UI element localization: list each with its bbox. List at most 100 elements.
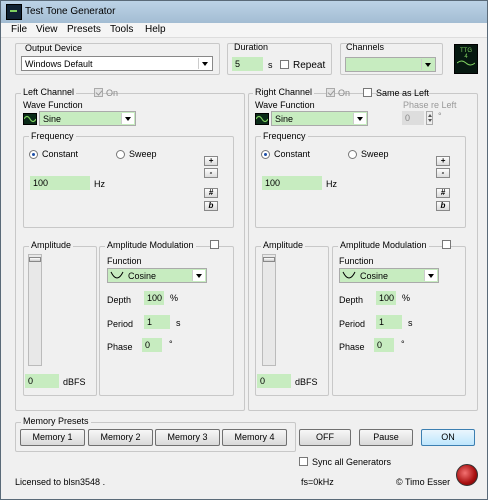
- memory-3-button[interactable]: Memory 3: [155, 429, 220, 446]
- left-frequency-label: Frequency: [29, 131, 76, 141]
- right-freq-sharp-button[interactable]: #: [436, 188, 450, 198]
- right-freq-minus-button[interactable]: -: [436, 168, 450, 178]
- right-freq-flat-button[interactable]: b: [436, 201, 450, 211]
- right-depth-label: Depth: [339, 295, 364, 305]
- phase-re-left-input[interactable]: 0: [402, 111, 424, 125]
- sync-generators-checkbox[interactable]: [299, 457, 308, 466]
- repeat-checkbox[interactable]: [280, 60, 289, 69]
- window-title: Test Tone Generator: [25, 6, 116, 17]
- duration-input[interactable]: 5: [232, 57, 263, 71]
- right-am-function-select[interactable]: Cosine: [339, 268, 439, 283]
- right-period-label: Period: [339, 319, 366, 329]
- sine-icon: [456, 60, 476, 66]
- right-wave-value: Sine: [275, 114, 294, 124]
- left-on-label: On: [106, 88, 119, 98]
- right-frequency-input[interactable]: 100: [262, 176, 322, 190]
- left-amplitude-input[interactable]: 0: [25, 374, 59, 388]
- right-amplitude-input[interactable]: 0: [257, 374, 291, 388]
- license-text: Licensed to blsn3548 .: [15, 477, 106, 487]
- sync-generators-label: Sync all Generators: [312, 457, 392, 467]
- phase-re-left-label: Phase re Left: [403, 100, 457, 110]
- slider-thumb[interactable]: [263, 257, 275, 262]
- phase-re-left-spinner[interactable]: [426, 111, 433, 125]
- menu-file[interactable]: File: [11, 24, 27, 35]
- right-amplitude-slider[interactable]: [262, 254, 276, 366]
- right-depth-input[interactable]: 100: [376, 291, 396, 305]
- right-depth-unit: %: [402, 293, 411, 303]
- author-text: © Timo Esser: [396, 477, 451, 487]
- left-freq-sharp-button[interactable]: #: [204, 188, 218, 198]
- right-phase-label: Phase: [339, 342, 365, 352]
- right-on-checkbox[interactable]: [326, 88, 335, 97]
- menu-presets[interactable]: Presets: [67, 24, 101, 35]
- right-am-function-value: Cosine: [360, 271, 389, 281]
- memory-2-button[interactable]: Memory 2: [88, 429, 153, 446]
- right-wave-select[interactable]: Sine: [271, 111, 368, 126]
- channels-select[interactable]: [345, 57, 436, 72]
- left-freq-plus-button[interactable]: +: [204, 156, 218, 166]
- sine-wave-icon: [255, 113, 269, 125]
- left-am-checkbox[interactable]: [210, 240, 219, 249]
- output-device-select[interactable]: Windows Default: [21, 56, 213, 71]
- left-depth-input[interactable]: 100: [144, 291, 164, 305]
- menu-tools[interactable]: Tools: [110, 24, 133, 35]
- menu-view[interactable]: View: [36, 24, 58, 35]
- left-freq-minus-button[interactable]: -: [204, 168, 218, 178]
- chevron-down-icon: [192, 270, 205, 281]
- on-button[interactable]: ON: [421, 429, 475, 446]
- sine-wave-icon: [23, 113, 37, 125]
- title-bar[interactable]: Test Tone Generator: [1, 1, 487, 23]
- left-constant-label: Constant: [42, 149, 79, 159]
- ttg-logo: TTG 4: [454, 44, 478, 74]
- left-phase-input[interactable]: 0: [142, 338, 162, 352]
- left-phase-unit: °: [169, 339, 173, 349]
- right-on-label: On: [338, 88, 351, 98]
- right-phase-input[interactable]: 0: [374, 338, 394, 352]
- right-wave-label: Wave Function: [255, 100, 315, 110]
- right-am-checkbox[interactable]: [442, 240, 451, 249]
- slider-thumb[interactable]: [29, 257, 41, 262]
- right-period-unit: s: [408, 318, 413, 328]
- power-button[interactable]: [456, 464, 478, 486]
- right-amplitude-unit: dBFS: [295, 377, 318, 387]
- app-window: Test Tone Generator File View Presets To…: [0, 0, 488, 500]
- chevron-down-icon: [121, 113, 134, 124]
- right-sweep-radio[interactable]: [348, 150, 357, 159]
- left-function-label: Function: [107, 256, 142, 266]
- chevron-down-icon: [198, 58, 211, 69]
- right-constant-radio[interactable]: [261, 150, 270, 159]
- chevron-down-icon: [353, 113, 366, 124]
- right-freq-plus-button[interactable]: +: [436, 156, 450, 166]
- pause-button[interactable]: Pause: [359, 429, 413, 446]
- right-phase-unit: °: [401, 339, 405, 349]
- left-wave-select[interactable]: Sine: [39, 111, 136, 126]
- channels-label: Channels: [346, 42, 385, 52]
- right-channel-title: Right Channel: [253, 87, 315, 97]
- left-freq-flat-button[interactable]: b: [204, 201, 218, 211]
- memory-4-button[interactable]: Memory 4: [222, 429, 287, 446]
- same-as-left-checkbox[interactable]: [363, 88, 372, 97]
- left-amplitude-label: Amplitude: [29, 240, 74, 250]
- left-on-checkbox[interactable]: [94, 88, 103, 97]
- chevron-down-icon: [424, 270, 437, 281]
- menu-help[interactable]: Help: [145, 24, 166, 35]
- left-frequency-input[interactable]: 100: [30, 176, 90, 190]
- status-bar: Licensed to blsn3548 . fs=0kHz © Timo Es…: [1, 472, 487, 499]
- output-device-value: Windows Default: [25, 59, 93, 69]
- duration-label: Duration: [234, 42, 269, 52]
- left-depth-label: Depth: [107, 295, 132, 305]
- off-button[interactable]: OFF: [299, 429, 351, 446]
- right-frequency-label: Frequency: [261, 131, 308, 141]
- left-amplitude-slider[interactable]: [28, 254, 42, 366]
- memory-1-button[interactable]: Memory 1: [20, 429, 85, 446]
- cosine-icon: [342, 270, 356, 283]
- left-am-function-select[interactable]: Cosine: [107, 268, 207, 283]
- left-period-input[interactable]: 1: [144, 315, 170, 329]
- left-frequency-unit: Hz: [94, 179, 105, 189]
- right-amplitude-label: Amplitude: [261, 240, 306, 250]
- left-constant-radio[interactable]: [29, 150, 38, 159]
- left-period-unit: s: [176, 318, 181, 328]
- right-period-input[interactable]: 1: [376, 315, 402, 329]
- left-wave-label: Wave Function: [23, 100, 83, 110]
- left-sweep-radio[interactable]: [116, 150, 125, 159]
